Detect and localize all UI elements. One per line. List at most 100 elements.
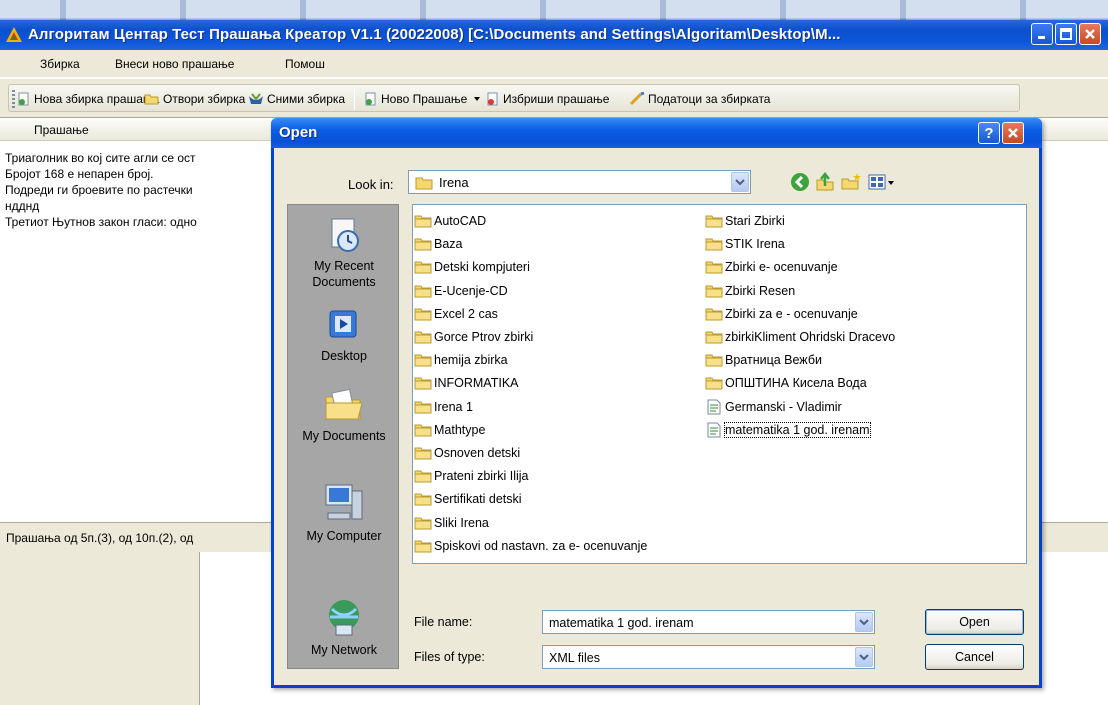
cancel-button[interactable]: Cancel — [925, 644, 1024, 670]
folder-icon — [414, 493, 432, 506]
save-collection-button[interactable]: Сними збирка — [248, 90, 345, 108]
place-my-documents[interactable]: My Documents — [288, 385, 400, 444]
folder-icon — [414, 331, 432, 344]
folder-icon — [705, 261, 723, 274]
look-in-dropdown-button[interactable] — [731, 172, 749, 192]
delete-question-button[interactable]: Избриши прашање — [486, 90, 609, 108]
recent-documents-icon — [331, 218, 359, 252]
folder-item[interactable]: Spiskovi od nastavn. za e- ocenuvanje — [414, 537, 647, 555]
help-button[interactable]: ? — [978, 122, 1000, 144]
folder-item[interactable]: E-Ucenje-CD — [414, 282, 508, 300]
folder-icon — [414, 424, 432, 437]
toolbar-band: Нова збирка прашања Отвори збирка Сними … — [8, 84, 1020, 112]
folder-item[interactable]: ОПШТИНА Кисела Вода — [705, 374, 867, 392]
folder-item[interactable]: Excel 2 cas — [414, 305, 498, 323]
folder-item[interactable]: AutoCAD — [414, 212, 486, 230]
folder-item[interactable]: Irena 1 — [414, 398, 473, 416]
folder-item[interactable]: Osnoven detski — [414, 444, 520, 462]
file-type-dropdown-button[interactable] — [855, 647, 873, 667]
dropdown-arrow-icon[interactable] — [472, 95, 482, 103]
folder-item[interactable]: Detski kompjuteri — [414, 258, 530, 276]
maximize-icon — [1060, 28, 1072, 40]
maximize-button[interactable] — [1055, 23, 1077, 45]
file-list[interactable]: AutoCAD Baza Detski kompjuteri E-Ucenje-CD E… — [412, 204, 1027, 564]
collection-info-button[interactable]: Податоци за збирката — [629, 90, 770, 108]
minimize-icon — [1038, 36, 1045, 39]
place-my-network[interactable]: My Network — [288, 595, 400, 658]
dialog-close-button[interactable] — [1002, 122, 1024, 144]
folder-icon — [705, 215, 723, 228]
folder-item[interactable]: Baza — [414, 235, 463, 253]
menu-collection[interactable]: Збирка — [40, 57, 80, 71]
toolbar-grip[interactable] — [12, 90, 15, 108]
file-type-select[interactable]: XML files — [542, 645, 875, 669]
folder-item[interactable]: Sertifikati detski — [414, 490, 522, 508]
folder-item[interactable]: Zbirki e- ocenuvanje — [705, 258, 838, 276]
question-row[interactable]: Триаголник во кој сите агли се ост — [5, 151, 196, 165]
folder-item[interactable]: STIK Irena — [705, 235, 785, 253]
open-button[interactable]: Open — [925, 609, 1024, 635]
menu-help[interactable]: Помош — [285, 57, 325, 71]
folder-item[interactable]: Вратница Вежби — [705, 351, 822, 369]
look-in-combo[interactable]: Irena — [408, 170, 751, 194]
my-computer-icon — [325, 484, 363, 520]
close-button[interactable] — [1079, 23, 1101, 45]
minimize-button[interactable] — [1031, 23, 1053, 45]
delete-question-icon — [487, 92, 498, 106]
folder-icon — [414, 447, 432, 460]
place-desktop[interactable]: Desktop — [288, 305, 400, 364]
look-in-value: Irena — [439, 175, 469, 190]
places-bar: My Recent Documents Desktop My Documents… — [287, 204, 399, 669]
question-row[interactable]: Бројот 168 е непарен број. — [5, 167, 154, 181]
up-folder-icon[interactable] — [815, 172, 835, 192]
folder-icon — [414, 517, 432, 530]
folder-icon — [705, 238, 723, 251]
file-item[interactable]: matematika 1 god. irenam — [705, 421, 871, 439]
menu-new-question[interactable]: Внеси ново прашање — [115, 57, 234, 71]
new-question-icon — [365, 92, 376, 106]
close-icon — [1085, 29, 1095, 39]
folder-icon — [414, 215, 432, 228]
my-documents-icon — [325, 388, 363, 420]
folder-item[interactable]: Gorce Ptrov zbirki — [414, 328, 533, 346]
folder-icon — [705, 285, 723, 298]
new-folder-icon[interactable] — [840, 172, 862, 192]
place-my-computer[interactable]: My Computer — [288, 481, 400, 544]
folder-item[interactable]: Sliki Irena — [414, 514, 489, 532]
app-logo-icon — [6, 27, 22, 42]
file-item[interactable]: Germanski - Vladimir — [705, 398, 842, 416]
folder-icon — [705, 331, 723, 344]
file-type-label: Files of type: — [414, 650, 485, 664]
back-icon[interactable] — [790, 172, 810, 192]
file-name-field[interactable]: matematika 1 god. irenam — [542, 610, 875, 634]
question-row[interactable]: Подреди ги броевите по растечки — [5, 183, 193, 197]
folder-item[interactable]: Stari Zbirki — [705, 212, 785, 230]
folder-icon — [414, 540, 432, 553]
open-collection-button[interactable]: Отвори збирка — [144, 90, 245, 108]
place-my-recent-documents[interactable]: My Recent Documents — [288, 215, 400, 290]
folder-item[interactable]: Prateni zbirki Ilija — [414, 467, 528, 485]
folder-item[interactable]: Mathtype — [414, 421, 485, 439]
folder-item[interactable]: hemija zbirka — [414, 351, 508, 369]
folder-item[interactable]: Zbirki za e - ocenuvanje — [705, 305, 858, 323]
folder-icon — [414, 354, 432, 367]
xml-file-icon — [707, 399, 721, 415]
question-row[interactable]: ндднд — [5, 199, 39, 213]
open-dialog: Open ? Look in: Irena My Recent Document… — [271, 118, 1042, 688]
file-name-dropdown-button[interactable] — [855, 612, 873, 632]
new-collection-button[interactable]: Нова збирка прашања — [17, 90, 159, 108]
folder-item[interactable]: INFORMATIKA — [414, 374, 519, 392]
folder-icon — [414, 285, 432, 298]
folder-icon — [414, 401, 432, 414]
dialog-titlebar[interactable]: Open ? — [271, 118, 1042, 148]
open-folder-icon — [144, 94, 159, 105]
question-row[interactable]: Третиот Њутнов закон гласи: одно — [5, 215, 197, 229]
look-in-label: Look in: — [348, 177, 394, 192]
app-titlebar[interactable]: Алгоритам Центар Тест Прашања Креатор V1… — [0, 0, 1108, 50]
new-question-button[interactable]: Ново Прашање — [364, 90, 485, 108]
folder-item[interactable]: Zbirki Resen — [705, 282, 795, 300]
folder-icon — [705, 377, 723, 390]
view-menu-icon[interactable] — [867, 172, 895, 192]
background-window-strip — [0, 0, 1108, 20]
folder-item[interactable]: zbirkiKliment Ohridski Dracevo — [705, 328, 895, 346]
